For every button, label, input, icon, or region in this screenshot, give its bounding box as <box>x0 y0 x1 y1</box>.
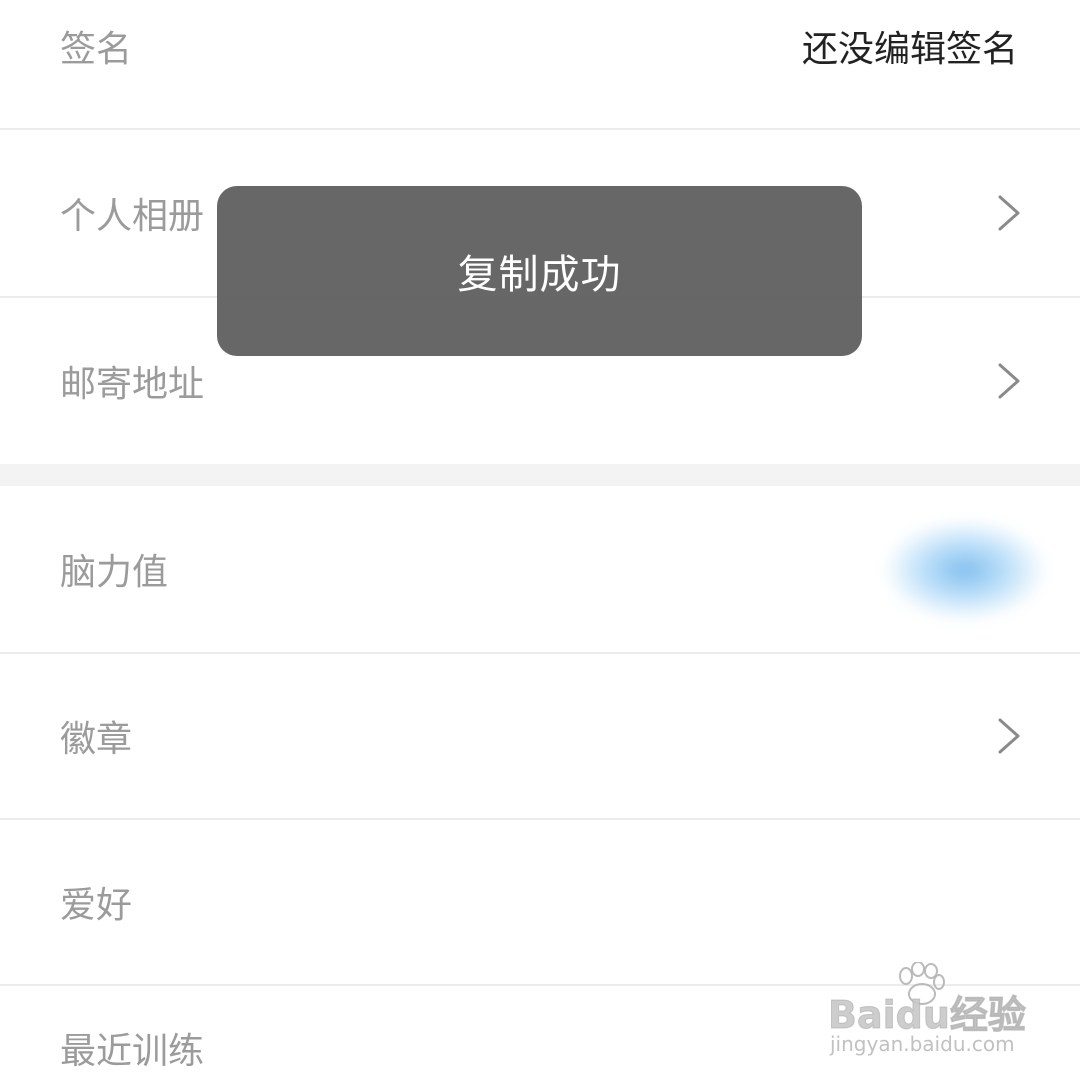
toast-message: 复制成功 <box>457 252 622 298</box>
chevron-right-icon <box>998 363 1020 399</box>
signature-value: 还没编辑签名 <box>801 29 1018 70</box>
recent-training-label: 最近训练 <box>60 1031 205 1072</box>
badges-row[interactable]: 徽章 <box>0 654 1080 818</box>
mailing-address-label: 邮寄地址 <box>60 364 205 405</box>
baidu-watermark: Baidu经验 jingyan.baidu.com <box>828 962 1028 1062</box>
badges-label: 徽章 <box>60 719 133 760</box>
brain-power-label: 脑力值 <box>60 552 169 593</box>
signature-label: 签名 <box>60 29 133 70</box>
hobbies-label: 爱好 <box>60 885 133 926</box>
copy-success-toast: 复制成功 <box>217 186 862 356</box>
chevron-right-icon <box>998 718 1020 754</box>
watermark-logo: Baidu经验 <box>828 993 1027 1038</box>
chevron-right-icon <box>998 195 1020 231</box>
watermark-url: jingyan.baidu.com <box>830 1032 1015 1056</box>
blurred-value-badge <box>885 520 1045 620</box>
section-gap <box>0 464 1080 486</box>
personal-album-label: 个人相册 <box>60 196 205 237</box>
signature-row[interactable]: 签名 还没编辑签名 <box>0 0 1080 128</box>
hobbies-row[interactable]: 爱好 <box>0 820 1080 984</box>
